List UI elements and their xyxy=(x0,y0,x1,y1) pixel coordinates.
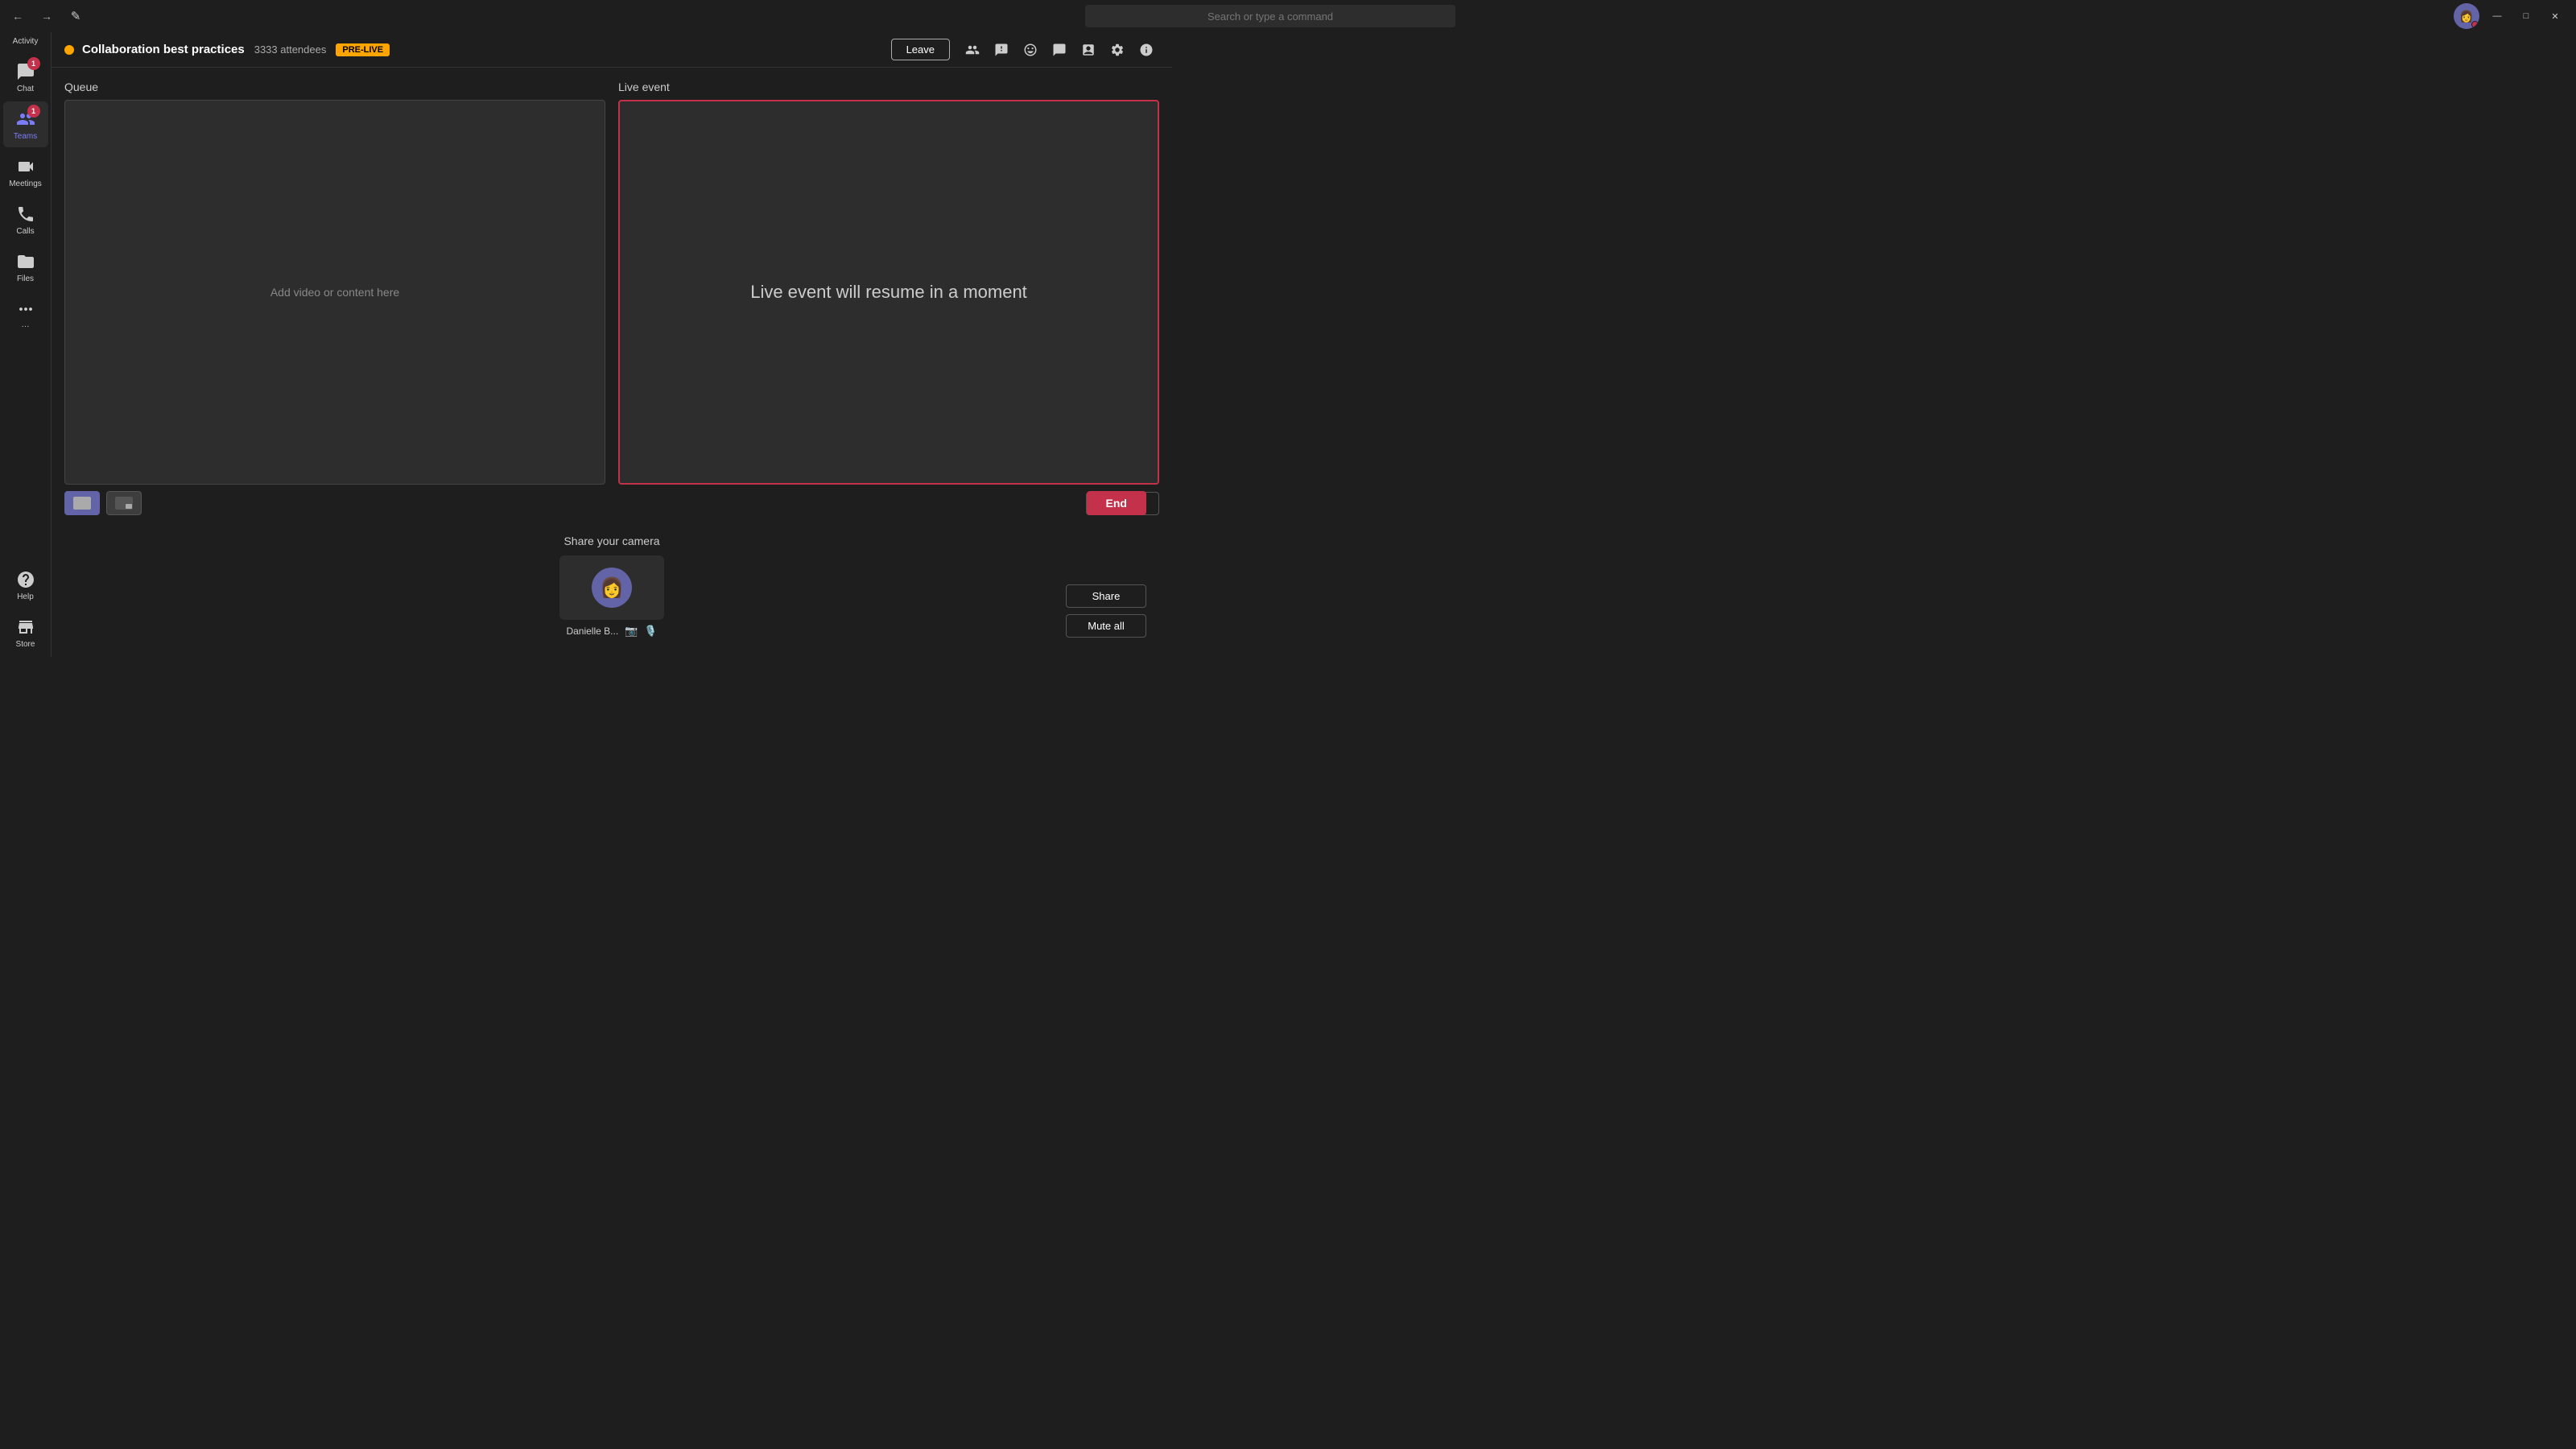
chat-badge: 1 xyxy=(27,57,40,70)
add-person-icon-button[interactable] xyxy=(1075,37,1101,63)
settings-icon-button[interactable] xyxy=(1104,37,1130,63)
sidebar-item-help[interactable]: Help xyxy=(3,562,48,608)
teams-badge: 1 xyxy=(27,105,40,118)
camera-preview: 👩 xyxy=(559,555,664,620)
more-icon xyxy=(14,298,37,320)
meeting-title: Collaboration best practices xyxy=(82,43,245,56)
teams-label: Teams xyxy=(14,132,37,141)
sidebar: 2 Activity 1 Chat 1 Teams Meetings xyxy=(0,0,52,657)
leave-button[interactable]: Leave xyxy=(891,39,950,60)
maximize-button[interactable]: □ xyxy=(2515,5,2537,27)
store-icon xyxy=(14,616,37,638)
chat-icon-button[interactable] xyxy=(1046,37,1072,63)
minimize-button[interactable]: — xyxy=(2486,5,2508,27)
live-event-panel: Live event Live event will resume in a m… xyxy=(618,80,1159,485)
search-input[interactable] xyxy=(1085,5,1455,27)
titlebar: ← → ✎ 👩 — □ ✕ xyxy=(0,0,2576,32)
panels-row: Queue Add video or content here Live eve… xyxy=(64,80,1159,485)
queue-placeholder: Add video or content here xyxy=(270,286,399,299)
mute-all-button[interactable]: Mute all xyxy=(1066,614,1146,638)
meeting-status-dot xyxy=(64,45,74,55)
sidebar-item-store[interactable]: Store xyxy=(3,609,48,655)
meeting-header: Collaboration best practices 3333 attend… xyxy=(52,32,1172,68)
layout-simple-icon xyxy=(73,497,91,510)
activity-label: Activity xyxy=(13,37,39,46)
teams-icon: 1 xyxy=(14,108,37,130)
sidebar-item-files[interactable]: Files xyxy=(3,244,48,290)
titlebar-nav: ← → ✎ xyxy=(6,5,87,27)
reactions-icon-button[interactable] xyxy=(1018,37,1043,63)
meetings-label: Meetings xyxy=(9,180,42,188)
live-event-area: Live event will resume in a moment xyxy=(618,100,1159,485)
sidebar-item-meetings[interactable]: Meetings xyxy=(3,149,48,195)
queue-label: Queue xyxy=(64,80,605,93)
sidebar-item-calls[interactable]: Calls xyxy=(3,196,48,242)
camera-controls: Share Mute all xyxy=(1066,584,1146,638)
header-icons xyxy=(960,37,1159,63)
sidebar-item-more[interactable]: ··· xyxy=(3,291,48,337)
participants-icon-button[interactable] xyxy=(960,37,985,63)
calls-icon xyxy=(14,203,37,225)
help-label: Help xyxy=(17,592,34,601)
files-icon xyxy=(14,250,37,273)
share-button[interactable]: Share xyxy=(1066,584,1146,608)
titlebar-right: 👩 — □ ✕ xyxy=(2454,3,2566,29)
calls-label: Calls xyxy=(16,227,34,236)
sidebar-item-chat[interactable]: 1 Chat xyxy=(3,54,48,100)
qa-icon-button[interactable] xyxy=(989,37,1014,63)
more-label: ··· xyxy=(22,322,30,331)
chat-icon: 1 xyxy=(14,60,37,83)
nav-back-button[interactable]: ← xyxy=(6,5,29,27)
status-dot xyxy=(2471,21,2479,28)
layout-pip-icon xyxy=(115,497,133,510)
camera-user-name: Danielle B... 📷 🎙️ xyxy=(566,625,657,638)
main-content: Collaboration best practices 3333 attend… xyxy=(52,32,1172,657)
chat-label: Chat xyxy=(17,85,34,93)
user-avatar[interactable]: 👩 xyxy=(2454,3,2479,29)
nav-forward-button[interactable]: → xyxy=(35,5,58,27)
compose-button[interactable]: ✎ xyxy=(64,5,87,27)
meetings-icon xyxy=(14,155,37,178)
info-icon-button[interactable] xyxy=(1133,37,1159,63)
live-event-label: Live event xyxy=(618,80,1159,93)
queue-area: Add video or content here xyxy=(64,100,605,485)
layout-simple-button[interactable] xyxy=(64,491,100,515)
queue-panel: Queue Add video or content here xyxy=(64,80,605,485)
pre-live-badge: PRE-LIVE xyxy=(336,43,390,56)
search-bar xyxy=(167,5,2373,27)
camera-avatar: 👩 xyxy=(592,568,632,608)
live-event-message: Live event will resume in a moment xyxy=(750,282,1027,303)
sidebar-item-teams[interactable]: 1 Teams xyxy=(3,101,48,147)
layout-pip-button[interactable] xyxy=(106,491,142,515)
attendees-count: 3333 attendees xyxy=(254,43,327,56)
camera-section-title: Share your camera xyxy=(564,535,659,547)
camera-section: Share your camera 👩 Danielle B... 📷 🎙️ S… xyxy=(64,522,1159,644)
bottom-toolbar: Send live End xyxy=(64,485,1159,522)
help-icon xyxy=(14,568,37,591)
camera-mic-icon: 🎙️ xyxy=(644,625,657,638)
files-label: Files xyxy=(17,275,34,283)
content-area: Queue Add video or content here Live eve… xyxy=(52,68,1172,657)
end-button[interactable]: End xyxy=(1087,491,1146,515)
store-label: Store xyxy=(16,640,35,649)
close-button[interactable]: ✕ xyxy=(2544,5,2566,27)
camera-video-off-icon: 📷 xyxy=(625,625,638,638)
